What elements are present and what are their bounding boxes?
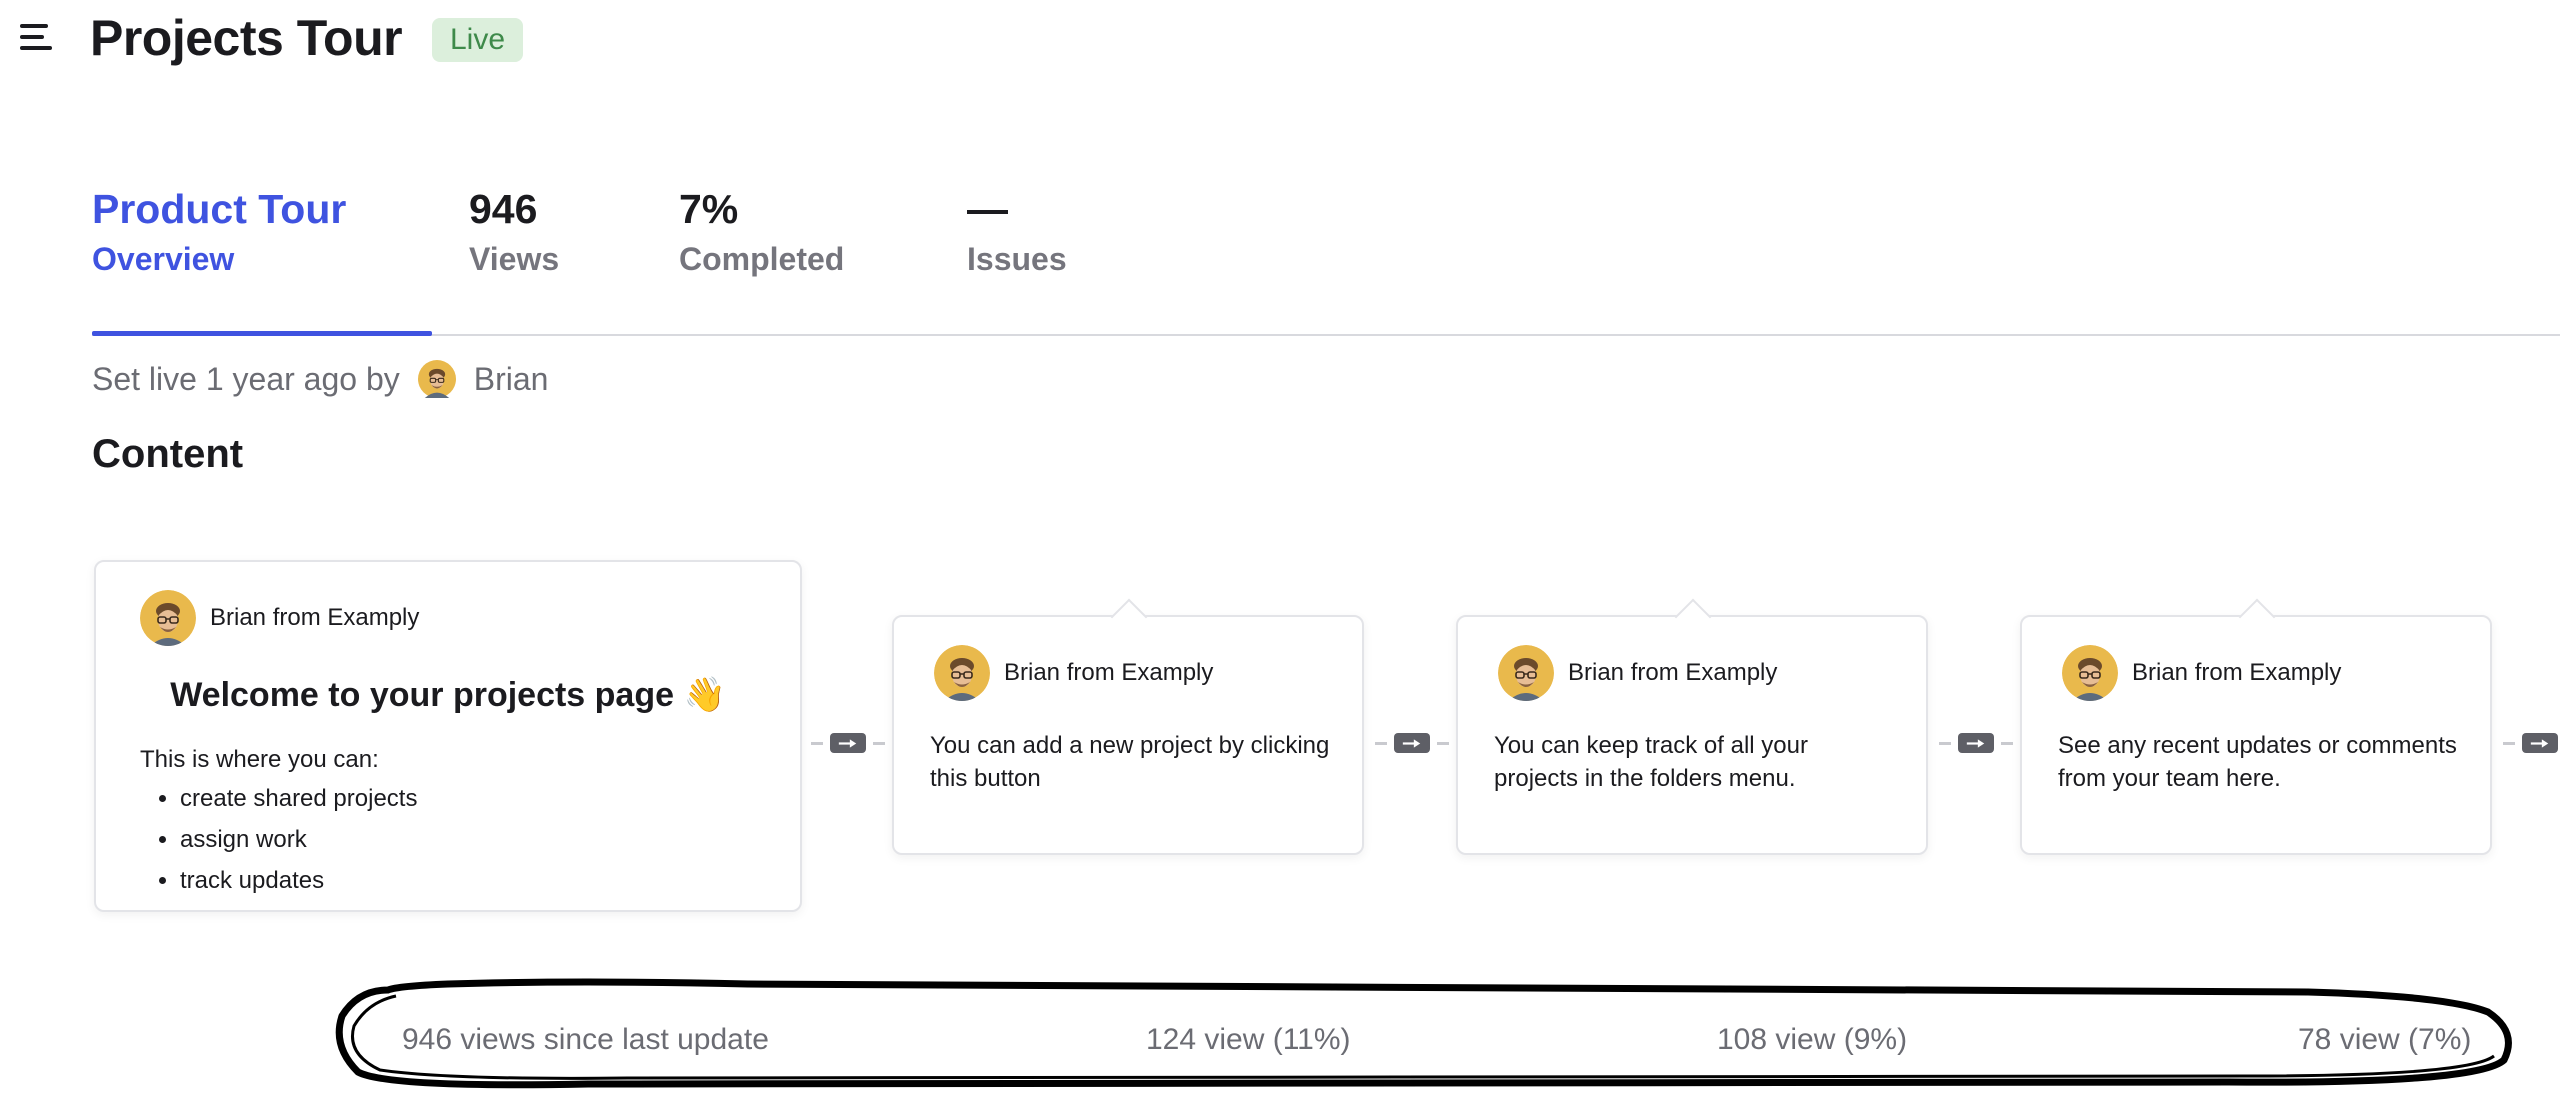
tab-issues[interactable]: — Issues xyxy=(967,182,1067,282)
author-name: Brian xyxy=(473,361,549,397)
tab-issues-label: Issues xyxy=(967,241,1067,277)
welcome-heading: Welcome to your projects page 👋 xyxy=(170,676,726,714)
card-author-name: Brian from Examply xyxy=(210,604,420,631)
arrow-right-icon xyxy=(2522,733,2558,753)
arrow-right-icon xyxy=(830,733,866,753)
tour-step-card-intro[interactable]: Brian from Examply Welcome to your proje… xyxy=(94,560,802,912)
pointer-caret xyxy=(1674,598,1712,636)
arrow-right-icon xyxy=(1958,733,1994,753)
hamburger-menu-icon[interactable] xyxy=(16,20,54,54)
step-views-stat: 78 view (7%) xyxy=(2298,1023,2472,1056)
tour-step-card[interactable]: Brian from Examply See any recent update… xyxy=(2020,598,2492,855)
content-heading: Content xyxy=(92,432,244,476)
step-views-stat: 108 view (9%) xyxy=(1717,1023,1908,1056)
step-connector xyxy=(808,730,888,756)
tab-completed-label: Completed xyxy=(679,241,845,277)
total-views-stat: 946 views since last update xyxy=(402,1023,769,1056)
tab-views-label: Views xyxy=(469,241,560,277)
tab-overview-title: Product Tour xyxy=(92,186,347,232)
arrow-right-icon xyxy=(1394,733,1430,753)
step-views-stat: 124 view (11%) xyxy=(1146,1023,1351,1056)
tab-views[interactable]: 946 Views xyxy=(469,182,559,282)
step-connector xyxy=(2500,730,2560,756)
step-connector xyxy=(1372,730,1452,756)
author-avatar xyxy=(2062,645,2118,701)
completed-percent: 7% xyxy=(679,186,739,232)
tab-divider xyxy=(92,334,2560,336)
author-avatar xyxy=(1498,645,1554,701)
card-author-name: Brian from Examply xyxy=(1568,659,1778,686)
views-count: 946 xyxy=(469,186,538,232)
pointer-caret xyxy=(1110,598,1148,636)
active-tab-indicator xyxy=(92,331,432,336)
pointer-caret xyxy=(2238,598,2276,636)
tab-overview[interactable]: Product Tour Overview xyxy=(92,182,346,282)
author-avatar xyxy=(140,590,196,646)
list-item: track updates xyxy=(180,860,417,901)
feature-list: create shared projects assign work track… xyxy=(140,778,417,901)
tour-step-card[interactable]: Brian from Examply You can add a new pro… xyxy=(892,598,1364,855)
set-live-text: Set live 1 year ago by xyxy=(92,361,400,397)
step-message: See any recent updates or comments from … xyxy=(2058,732,2457,792)
issues-count: — xyxy=(967,186,1008,232)
set-live-info: Set live 1 year ago by Brian xyxy=(92,358,548,400)
list-item: assign work xyxy=(180,819,417,860)
page-title: Projects Tour xyxy=(90,10,403,66)
card-author: Brian from Examply xyxy=(140,590,419,646)
card-author-name: Brian from Examply xyxy=(1004,659,1214,686)
card-author-name: Brian from Examply xyxy=(2132,659,2342,686)
intro-text: This is where you can: xyxy=(140,746,379,773)
status-badge: Live xyxy=(432,18,524,62)
card-author: Brian from Examply xyxy=(2062,645,2341,701)
tab-overview-label: Overview xyxy=(92,241,235,277)
tour-step-card[interactable]: Brian from Examply You can keep track of… xyxy=(1456,598,1928,855)
tab-completed[interactable]: 7% Completed xyxy=(679,182,844,282)
step-message: You can add a new project by clicking th… xyxy=(930,732,1330,792)
author-avatar xyxy=(418,360,456,398)
author-avatar xyxy=(934,645,990,701)
card-author: Brian from Examply xyxy=(1498,645,1777,701)
list-item: create shared projects xyxy=(180,778,417,819)
card-author: Brian from Examply xyxy=(934,645,1213,701)
step-connector xyxy=(1936,730,2016,756)
step-message: You can keep track of all your projects … xyxy=(1494,732,1808,792)
